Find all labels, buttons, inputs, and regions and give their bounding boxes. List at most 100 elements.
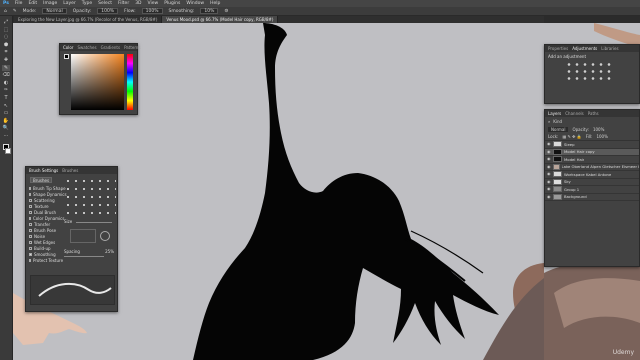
tab-document-2[interactable]: Venus Mood.psd @ 66.7% (Model Hair copy,… xyxy=(162,16,279,23)
path-select-tool-icon[interactable]: ↖ xyxy=(2,103,10,109)
checkbox[interactable] xyxy=(29,246,32,250)
checkbox[interactable] xyxy=(29,192,31,196)
checkbox[interactable] xyxy=(29,198,32,202)
layer-row[interactable]: ◉ Sleep xyxy=(545,141,639,149)
tab-swatches[interactable]: Swatches xyxy=(77,45,96,50)
menu-edit[interactable]: Edit xyxy=(28,1,37,6)
tab-libraries[interactable]: Libraries xyxy=(601,46,618,51)
tab-paths[interactable]: Paths xyxy=(588,111,599,116)
color-picker-field[interactable] xyxy=(71,54,124,110)
tab-document-1[interactable]: Exploring the New Layer.jpg @ 66.7% (Rec… xyxy=(14,16,163,23)
lock-icons[interactable]: ▦ ✎ ✥ 🔒 xyxy=(562,134,581,139)
lasso-tool-icon[interactable]: ◌ xyxy=(2,34,10,40)
tab-brush-settings[interactable]: Brush Settings xyxy=(29,168,58,173)
menu-view[interactable]: View xyxy=(148,1,159,6)
menu-type[interactable]: Type xyxy=(82,1,92,6)
menu-layer[interactable]: Layer xyxy=(63,1,76,6)
menu-3d[interactable]: 3D xyxy=(135,1,141,6)
eye-icon[interactable]: ◉ xyxy=(547,149,551,154)
layer-row[interactable]: ◉ Lake Oberland Alpen Gletscher Eismeer P… xyxy=(545,163,639,171)
tab-properties[interactable]: Properties xyxy=(548,46,568,51)
zoom-tool-icon[interactable]: 🔍 xyxy=(2,125,10,131)
checkbox[interactable] xyxy=(29,204,32,208)
eye-icon[interactable]: ◉ xyxy=(547,172,551,176)
layers-panel-tabs: Layers Channels Paths xyxy=(545,110,639,117)
move-tool-icon[interactable]: ⤢ xyxy=(2,19,10,25)
layer-row[interactable]: ◉ Model Hair xyxy=(545,156,639,164)
angle-roundness-control[interactable] xyxy=(70,229,96,243)
checkbox[interactable] xyxy=(29,222,32,226)
checkbox[interactable] xyxy=(29,186,31,190)
eye-icon[interactable]: ◉ xyxy=(547,142,551,146)
eye-icon[interactable]: ◉ xyxy=(547,164,551,169)
size-slider[interactable] xyxy=(76,222,112,223)
object-select-tool-icon[interactable]: ⬢ xyxy=(2,42,10,48)
checkbox[interactable] xyxy=(29,240,32,244)
brush-tool-icon[interactable]: ✎ xyxy=(2,64,10,71)
kind-filter[interactable]: Kind xyxy=(553,119,562,124)
spacing-slider[interactable] xyxy=(64,256,104,257)
home-icon[interactable]: ⌂ xyxy=(4,9,7,14)
eye-icon[interactable]: ◉ xyxy=(547,179,551,184)
menu-select[interactable]: Select xyxy=(98,1,112,6)
layer-thumbnail xyxy=(553,193,562,200)
tab-layers[interactable]: Layers xyxy=(548,111,561,116)
eraser-tool-icon[interactable]: ⌫ xyxy=(2,72,10,78)
eye-icon[interactable]: ◉ xyxy=(547,187,551,191)
layer-row[interactable]: ◉ Sky xyxy=(545,178,639,186)
angle-preview[interactable] xyxy=(100,231,110,241)
checkbox[interactable] xyxy=(29,210,32,214)
checkbox[interactable] xyxy=(29,252,32,256)
flow-field[interactable]: 100% xyxy=(141,8,163,14)
adjustment-icons[interactable] xyxy=(565,61,615,83)
menu-image[interactable]: Image xyxy=(43,1,57,6)
tab-gradients[interactable]: Gradients xyxy=(101,45,121,50)
brush-option-label: Smoothing xyxy=(34,251,56,257)
menu-plugins[interactable]: Plugins xyxy=(164,1,180,6)
more-tools-icon[interactable]: ⋯ xyxy=(2,133,10,139)
tab-brushes[interactable]: Brushes xyxy=(62,168,78,173)
brush-tip-grid[interactable] xyxy=(64,177,116,217)
tab-patterns[interactable]: Patterns xyxy=(124,45,140,50)
brush-tool-icon[interactable]: ✎ xyxy=(13,9,17,14)
gear-icon[interactable]: ⚙ xyxy=(224,9,228,14)
hue-slider[interactable] xyxy=(127,54,133,110)
menu-file[interactable]: File xyxy=(15,1,23,6)
checkbox[interactable] xyxy=(29,258,31,262)
layer-row[interactable]: ◉ Model Hair copy xyxy=(545,148,639,156)
crop-tool-icon[interactable]: ⌗ xyxy=(2,49,10,55)
checkbox[interactable] xyxy=(29,228,32,232)
foreground-swatch-mini[interactable] xyxy=(64,54,69,59)
brush-option[interactable]: Protect Texture xyxy=(26,257,63,263)
eye-icon[interactable]: ◉ xyxy=(547,157,551,161)
opacity-field[interactable]: 100% xyxy=(97,8,119,14)
search-icon[interactable]: ⌕ xyxy=(548,119,550,124)
gradient-tool-icon[interactable]: ◐ xyxy=(2,80,10,86)
pen-tool-icon[interactable]: ✑ xyxy=(2,87,10,93)
hand-tool-icon[interactable]: ✋ xyxy=(2,118,10,124)
menu-filter[interactable]: Filter xyxy=(118,1,129,6)
layer-row[interactable]: ◉ Workspace Kabel Antone xyxy=(545,171,639,179)
smoothing-field[interactable]: 10% xyxy=(200,8,219,14)
menu-help[interactable]: Help xyxy=(210,1,220,6)
healing-tool-icon[interactable]: ✚ xyxy=(2,57,10,63)
eye-icon[interactable]: ◉ xyxy=(547,194,551,199)
tab-adjustments[interactable]: Adjustments xyxy=(572,46,597,51)
blend-mode-select[interactable]: Normal xyxy=(548,126,569,132)
menu-ps[interactable]: Ps xyxy=(3,1,9,6)
layer-row[interactable]: ◉ Background xyxy=(545,193,639,201)
checkbox[interactable] xyxy=(29,234,32,238)
tab-channels[interactable]: Channels xyxy=(565,111,584,116)
shape-tool-icon[interactable]: ▭ xyxy=(2,110,10,116)
background-color-swatch[interactable] xyxy=(5,148,11,155)
brushes-button[interactable]: Brushes xyxy=(30,177,52,183)
type-tool-icon[interactable]: T xyxy=(2,95,10,101)
marquee-tool-icon[interactable]: ⬚ xyxy=(2,27,10,33)
mode-select[interactable]: Normal xyxy=(42,8,67,14)
fill-value[interactable]: 100% xyxy=(596,134,607,139)
menu-window[interactable]: Window xyxy=(186,1,204,6)
checkbox[interactable] xyxy=(29,216,31,220)
layer-opacity-value[interactable]: 100% xyxy=(593,127,604,132)
tab-color[interactable]: Color xyxy=(63,45,73,50)
layer-row[interactable]: ◉ Group 1 xyxy=(545,186,639,194)
